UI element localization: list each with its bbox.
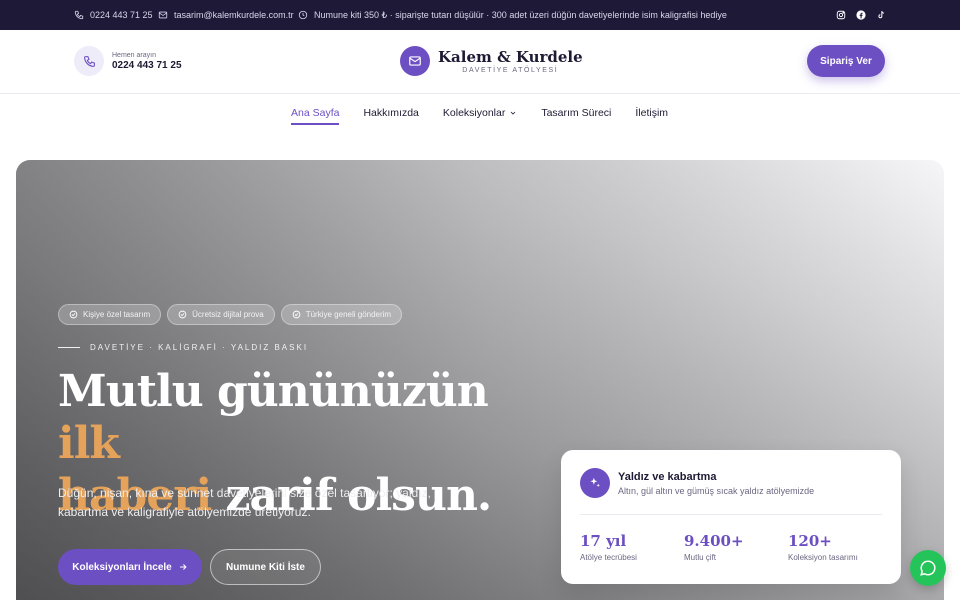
button-label: Koleksiyonları İncele	[72, 561, 172, 573]
stat-label: Koleksiyon tasarımı	[788, 553, 858, 562]
site-header: Hemen arayın 0224 443 71 25 Kalem & Kurd…	[0, 30, 960, 94]
chip-label: Kişiye özel tasarım	[83, 310, 151, 319]
brand-logo[interactable]: Kalem & Kurdele DAVETİYE ATÖLYESİ	[400, 46, 583, 76]
brand-text: Kalem & Kurdele DAVETİYE ATÖLYESİ	[438, 48, 583, 74]
call-label: Hemen arayın	[112, 51, 156, 59]
topbar-notice: Numune kiti 350 ₺ · siparişte tutarı düş…	[298, 0, 727, 30]
card-divider	[580, 514, 882, 515]
phone-icon	[74, 10, 84, 20]
arrow-right-icon	[179, 564, 187, 570]
tiktok-icon[interactable]	[876, 10, 886, 20]
clock-icon	[298, 10, 308, 20]
chip-label: Ücretsiz dijital prova	[192, 310, 264, 319]
topbar-phone[interactable]: 0224 443 71 25	[74, 0, 153, 30]
nav-label: Hakkımızda	[363, 107, 419, 119]
feature-chips: Kişiye özel tasarım Ücretsiz dijital pro…	[58, 304, 403, 325]
check-circle-icon	[178, 310, 187, 319]
feature-chip: Ücretsiz dijital prova	[167, 304, 275, 325]
instagram-icon[interactable]	[836, 10, 846, 20]
call-number: 0224 443 71 25	[112, 59, 182, 71]
order-button[interactable]: Sipariş Ver	[807, 45, 885, 77]
chat-bubble-icon	[920, 560, 936, 576]
stat-collection-designs: 120+ Koleksiyon tasarımı	[788, 532, 858, 562]
phone-icon	[74, 46, 104, 76]
stat-experience: 17 yıl Atölye tecrübesi	[580, 532, 637, 562]
headline-accent1: ilk	[58, 418, 120, 469]
facebook-icon[interactable]	[856, 10, 866, 20]
topbar-email-text: tasarim@kalemkurdele.com.tr	[174, 10, 294, 20]
topbar-notice-text: Numune kiti 350 ₺ · siparişte tutarı düş…	[314, 9, 727, 20]
browse-collections-button[interactable]: Koleksiyonları İncele	[58, 549, 202, 585]
stat-value: 120+	[788, 532, 832, 550]
feature-chip: Kişiye özel tasarım	[58, 304, 162, 325]
topbar-phone-text: 0224 443 71 25	[90, 10, 153, 20]
brand-name: Kalem & Kurdele	[438, 48, 583, 66]
check-circle-icon	[69, 310, 78, 319]
envelope-icon	[400, 46, 430, 76]
hero-lead: Düğün, nişan, kına ve sünnet davetiyeler…	[58, 486, 431, 519]
check-circle-icon	[292, 310, 301, 319]
sparkles-icon	[580, 468, 610, 498]
card-title: Yaldız ve kabartma	[618, 470, 717, 483]
brand-subtitle: DAVETİYE ATÖLYESİ	[462, 67, 559, 74]
whatsapp-chat-button[interactable]	[910, 550, 946, 586]
nav-label: Koleksiyonlar	[442, 107, 506, 119]
call-block[interactable]: Hemen arayın 0224 443 71 25	[74, 46, 182, 76]
social-links	[836, 0, 886, 30]
topbar-email[interactable]: tasarim@kalemkurdele.com.tr	[158, 0, 294, 30]
stat-value: 9.400+	[684, 532, 744, 550]
nav-item-collections[interactable]: Koleksiyonlar	[443, 107, 517, 119]
nav-item-about[interactable]: Hakkımızda	[363, 107, 418, 119]
nav-label: Ana Sayfa	[291, 107, 340, 119]
call-text: Hemen arayın 0224 443 71 25	[112, 52, 182, 71]
stat-label: Mutlu çift	[684, 553, 717, 562]
stat-value: 17 yıl	[580, 532, 627, 550]
card-subtitle: Altın, gül altın ve gümüş sıcak yaldız a…	[618, 485, 815, 496]
chevron-down-icon	[511, 111, 516, 115]
top-bar: 0224 443 71 25 tasarim@kalemkurdele.com.…	[0, 0, 960, 30]
main-nav: Ana Sayfa Hakkımızda Koleksiyonlar Tasar…	[0, 94, 960, 132]
feature-chip: Türkiye geneli gönderim	[280, 304, 403, 325]
stat-happy-couples: 9.400+ Mutlu çift	[684, 532, 744, 562]
headline-part1: Mutlu gününüzün	[58, 366, 489, 417]
chip-label: Türkiye geneli gönderim	[305, 310, 392, 319]
nav-item-contact[interactable]: İletişim	[635, 107, 668, 119]
nav-item-home[interactable]: Ana Sayfa	[291, 107, 340, 125]
mail-icon	[158, 11, 168, 19]
nav-item-design-process[interactable]: Tasarım Süreci	[541, 107, 611, 119]
nav-label: Tasarım Süreci	[541, 107, 612, 119]
hero-eyebrow: DAVETİYE · KALİGRAFİ · YALDIZ BASKI	[58, 343, 308, 352]
request-sample-kit-button[interactable]: Numune Kiti İste	[210, 549, 321, 585]
foil-info-card: Yaldız ve kabartma Altın, gül altın ve g…	[561, 450, 901, 584]
eyebrow-text: DAVETİYE · KALİGRAFİ · YALDIZ BASKI	[90, 343, 309, 352]
eyebrow-line	[58, 347, 80, 348]
nav-label: İletişim	[635, 107, 669, 119]
stat-label: Atölye tecrübesi	[580, 553, 637, 562]
